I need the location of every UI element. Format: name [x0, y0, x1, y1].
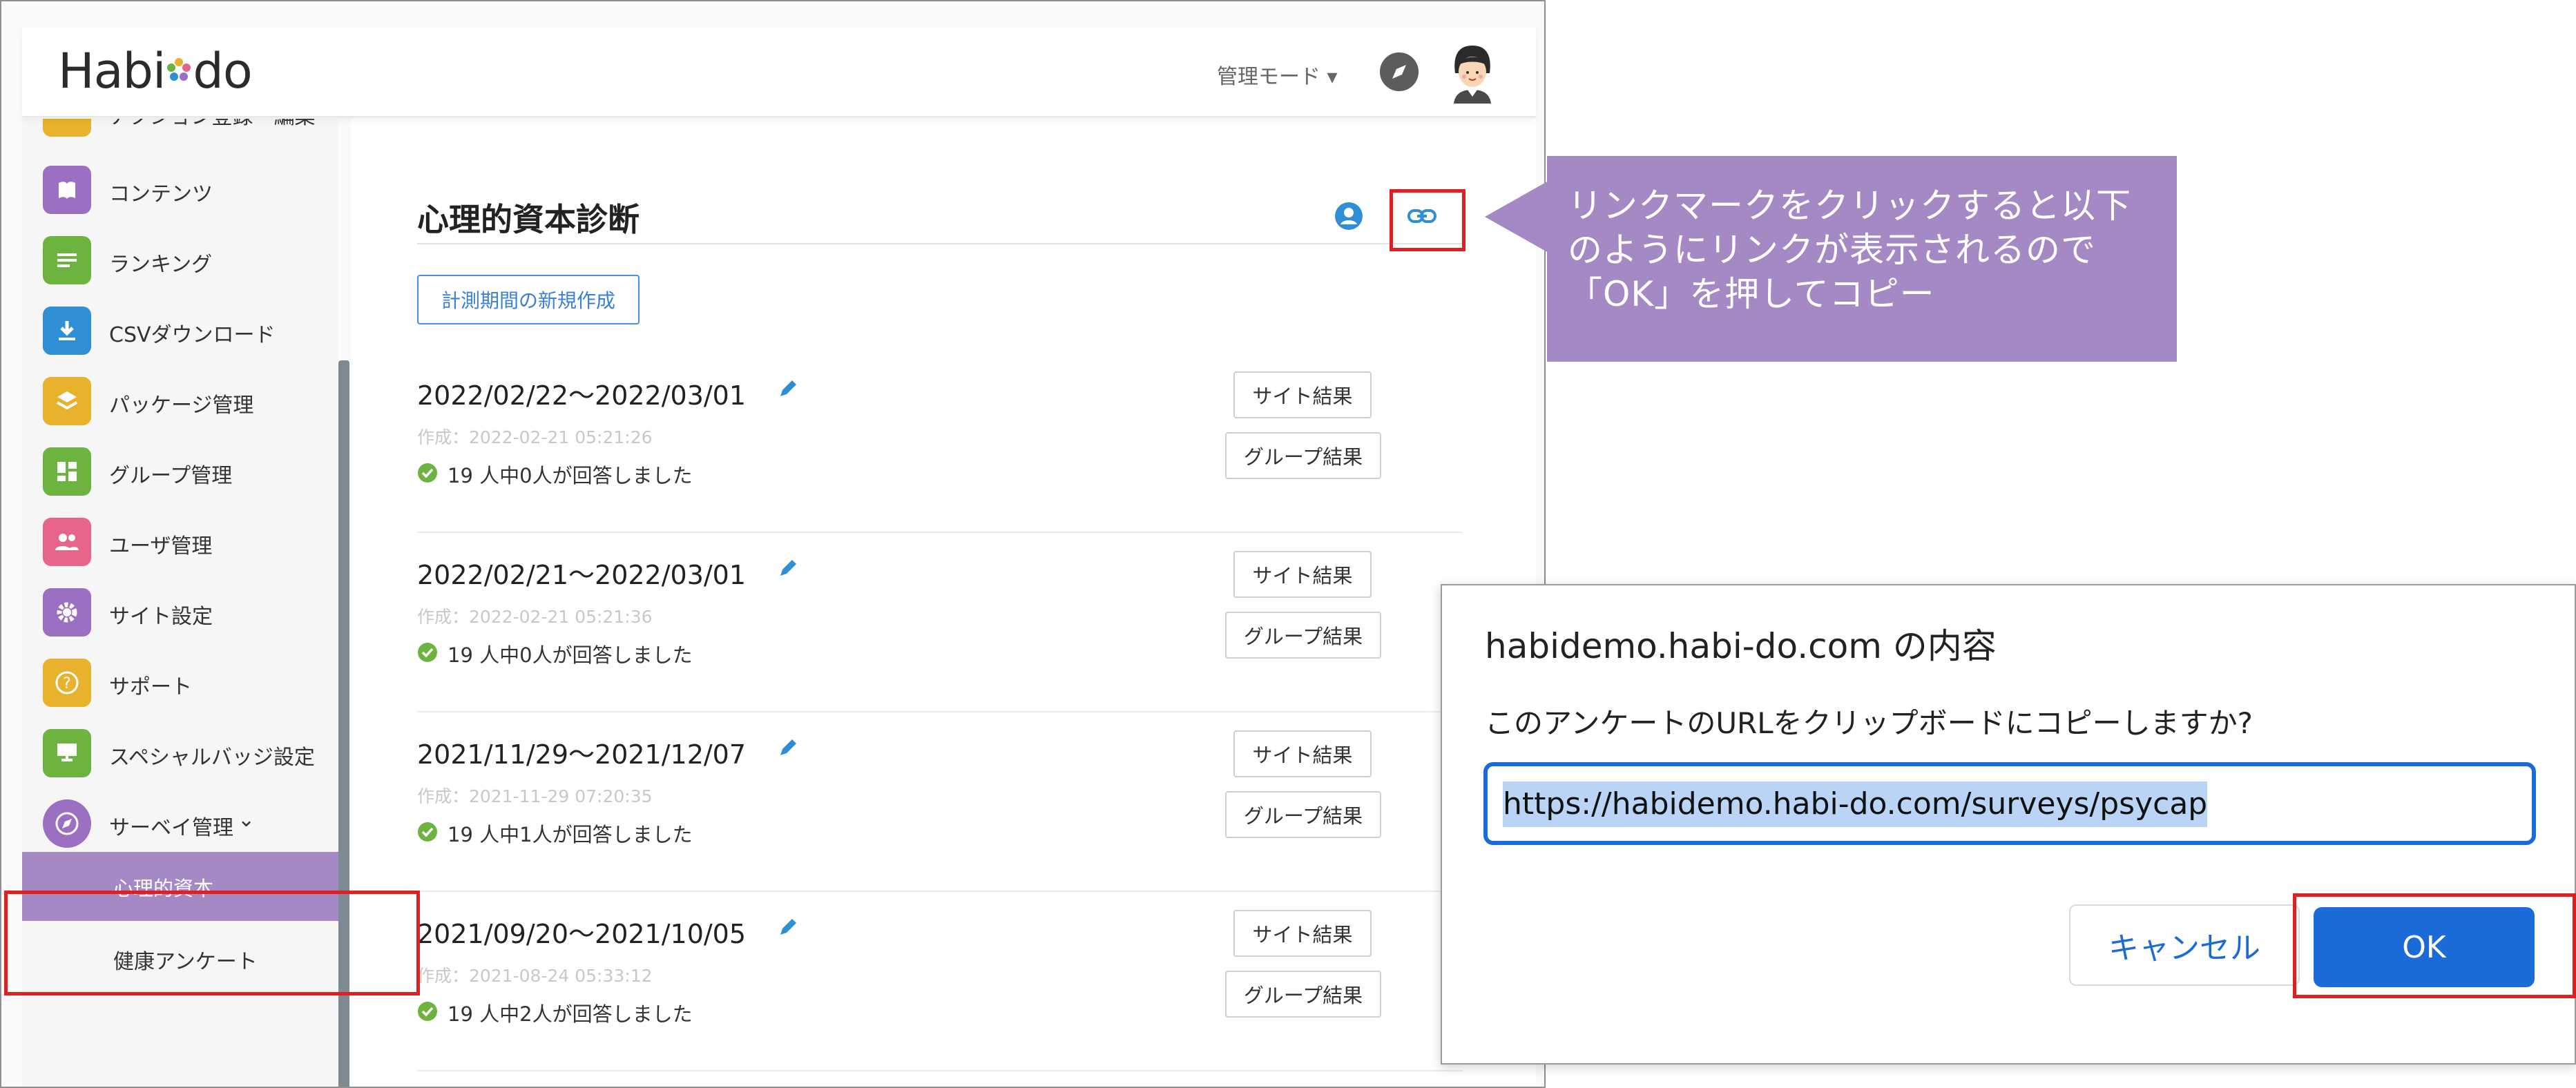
survey-period-row: 2022/02/22〜2022/03/01 作成：2022-02-21 05:2…	[417, 353, 1463, 533]
sidebar-item-label: アクション登録・編集	[109, 119, 316, 130]
callout-pointer	[1485, 181, 1548, 253]
sidebar-item-group[interactable]: グループ管理	[22, 435, 338, 505]
group-result-button[interactable]: グループ結果	[1225, 432, 1381, 479]
sidebar-item-label: サイト設定	[109, 605, 213, 629]
survey-period-row: 2021/09/20〜2021/10/05 作成：2021-08-24 05:3…	[417, 892, 1463, 1071]
sidebar-item-label: ユーザ管理	[109, 534, 213, 558]
group-result-button[interactable]: グループ結果	[1225, 971, 1381, 1018]
sidebar-item-label: サポート	[109, 675, 192, 699]
sidebar-item-label: グループ管理	[109, 464, 233, 488]
logo-flower-icon	[167, 58, 191, 81]
logo-text-pre: Habi	[58, 43, 166, 99]
sidebar-item-csv-download[interactable]: CSVダウンロード	[22, 294, 338, 365]
sidebar-item-label: パッケージ管理	[109, 394, 254, 418]
sidebar-item-ranking[interactable]: ランキング	[22, 224, 338, 294]
site-result-button[interactable]: サイト結果	[1233, 730, 1372, 777]
sidebar-item-survey[interactable]: サーベイ管理 ⌄	[22, 787, 338, 857]
highlight-box-survey	[4, 891, 420, 995]
sidebar-item-package[interactable]: パッケージ管理	[22, 365, 338, 435]
copy-url-dialog: habidemo.habi-do.com の内容 このアンケートのURLをクリッ…	[1441, 584, 2576, 1065]
period-range: 2021/09/20〜2021/10/05	[417, 919, 747, 949]
site-result-button[interactable]: サイト結果	[1233, 371, 1372, 418]
caret-down-icon: ▾	[1327, 65, 1338, 89]
users-icon	[43, 518, 91, 566]
sidebar-item-label: CSVダウンロード	[109, 323, 276, 347]
period-range: 2022/02/21〜2022/03/01	[417, 560, 747, 590]
created-timestamp: 作成：2021-11-29 07:20:35	[417, 786, 653, 806]
page-title: 心理的資本診断	[417, 201, 640, 238]
period-range: 2022/02/22〜2022/03/01	[417, 380, 747, 411]
created-timestamp: 作成：2022-02-21 05:21:26	[417, 427, 653, 447]
user-circle-icon[interactable]	[1334, 202, 1363, 231]
sidebar-item-special-badge[interactable]: スペシャルバッジ設定	[22, 717, 338, 787]
gear-icon	[43, 588, 91, 637]
svg-text:?: ?	[63, 675, 71, 692]
pencil-icon[interactable]	[776, 558, 798, 580]
dashboard-icon	[43, 447, 91, 496]
pencil-icon[interactable]	[776, 378, 798, 400]
sidebar-item-users[interactable]: ユーザ管理	[22, 505, 338, 576]
help-icon: ?	[43, 659, 91, 707]
habido-logo[interactable]: Habi do	[58, 43, 253, 99]
dialog-title: habidemo.habi-do.com の内容	[1485, 626, 1997, 666]
site-result-button[interactable]: サイト結果	[1233, 551, 1372, 598]
url-input[interactable]: https://habidemo.habi-do.com/surveys/psy…	[1483, 762, 2536, 845]
avatar[interactable]	[1441, 40, 1503, 104]
highlight-box-link	[1390, 189, 1465, 251]
new-period-button[interactable]: 計測期間の新規作成	[417, 275, 640, 324]
url-text: https://habidemo.habi-do.com/surveys/psy…	[1503, 781, 2208, 827]
response-status: 19 人中2人が回答しました	[448, 1002, 693, 1026]
created-timestamp: 作成：2022-02-21 05:21:36	[417, 607, 653, 627]
sidebar-item-label: スペシャルバッジ設定	[109, 746, 315, 770]
sidebar-item-label: コンテンツ	[109, 182, 213, 206]
survey-period-row: 2021/11/29〜2021/12/07 作成：2021-11-29 07:2…	[417, 712, 1463, 892]
compass-icon[interactable]	[1380, 52, 1419, 91]
cancel-button[interactable]: キャンセル	[2069, 904, 2300, 986]
sidebar-item-label: ランキング	[109, 253, 213, 277]
sidebar-item-support[interactable]: ? サポート	[22, 646, 338, 717]
period-range: 2021/11/29〜2021/12/07	[417, 739, 747, 770]
pencil-icon[interactable]	[776, 917, 798, 939]
sidebar-item-label: サーベイ管理	[109, 816, 233, 840]
highlight-box-ok	[2293, 893, 2576, 998]
created-timestamp: 作成：2021-08-24 05:33:12	[417, 966, 653, 986]
mode-dropdown[interactable]: 管理モード ▾	[1217, 59, 1338, 90]
mode-label: 管理モード	[1217, 65, 1320, 89]
sidebar-item-contents[interactable]: コンテンツ	[22, 153, 338, 224]
response-status: 19 人中1人が回答しました	[448, 823, 693, 846]
response-status: 19 人中0人が回答しました	[448, 464, 693, 487]
response-status: 19 人中0人が回答しました	[448, 643, 693, 667]
logo-text-post: do	[193, 43, 252, 99]
sidebar-item-action-register[interactable]: アクション登録・編集	[22, 119, 338, 146]
download-icon	[43, 307, 91, 355]
site-result-button[interactable]: サイト結果	[1233, 910, 1372, 957]
compass-icon	[43, 799, 91, 848]
app-window: アクション登録・編集 コンテンツ ランキング CSVダウンロード パッケージ管理	[0, 0, 1546, 1088]
top-bar: Habi do 管理モード ▾	[22, 28, 1536, 117]
title-divider	[417, 243, 1463, 244]
pencil-icon[interactable]	[776, 737, 798, 759]
group-result-button[interactable]: グループ結果	[1225, 791, 1381, 838]
badge-icon	[43, 729, 91, 777]
callout-text: リンクマークをクリックすると以下のようにリンクが表示されるので「OK」を押してコ…	[1568, 186, 2131, 314]
list-icon	[43, 236, 91, 284]
chevron-down-icon: ⌄	[238, 808, 256, 832]
book-icon	[43, 166, 91, 214]
main-content: 心理的資本診断 計測期間の新規作成 2022/02/22〜2022/03/01 …	[351, 119, 1536, 1087]
group-result-button[interactable]: グループ結果	[1225, 612, 1381, 659]
layers-icon	[43, 377, 91, 425]
flag-icon	[43, 119, 91, 137]
dialog-message: このアンケートのURLをクリップボードにコピーしますか?	[1485, 706, 2253, 740]
survey-period-row: 2022/02/21〜2022/03/01 作成：2022-02-21 05:2…	[417, 533, 1463, 712]
sidebar-item-site-settings[interactable]: サイト設定	[22, 576, 338, 646]
